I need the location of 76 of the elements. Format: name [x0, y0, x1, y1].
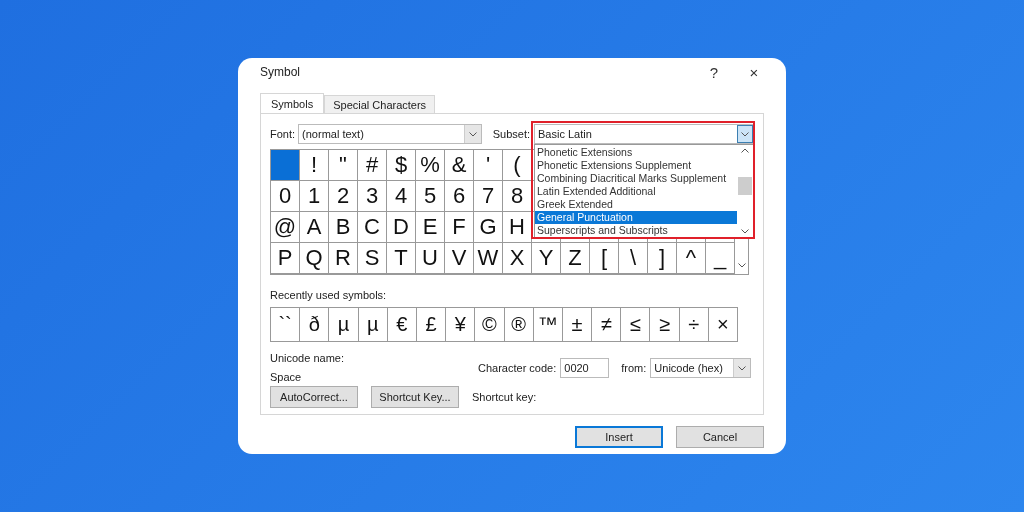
- symbol-cell[interactable]: 4: [387, 181, 416, 212]
- symbol-cell[interactable]: 1: [300, 181, 329, 212]
- symbol-cell[interactable]: V: [445, 243, 474, 274]
- symbol-cell[interactable]: 0: [271, 181, 300, 212]
- symbol-cell[interactable]: #: [358, 150, 387, 181]
- unicode-name-value: Space: [270, 371, 303, 383]
- symbol-cell[interactable]: T: [387, 243, 416, 274]
- subset-label: Subset:: [492, 128, 530, 140]
- symbol-cell[interactable]: F: [445, 212, 474, 243]
- symbol-cell[interactable]: 2: [329, 181, 358, 212]
- symbol-cell[interactable]: \: [619, 243, 648, 274]
- subset-option[interactable]: Phonetic Extensions: [535, 146, 737, 159]
- subset-option[interactable]: Greek Extended: [535, 198, 737, 211]
- symbol-cell[interactable]: 5: [416, 181, 445, 212]
- scroll-down-icon: [741, 229, 749, 234]
- chevron-down-icon: [738, 365, 747, 371]
- recent-label: Recently used symbols:: [270, 289, 388, 301]
- symbol-cell[interactable]: 7: [474, 181, 503, 212]
- symbol-cell[interactable]: $: [387, 150, 416, 181]
- from-dropdown[interactable]: Unicode (hex): [650, 358, 752, 378]
- subset-dropdown[interactable]: Basic Latin: [534, 124, 754, 144]
- symbol-cell[interactable]: U: [416, 243, 445, 274]
- shortcut-key-label: Shortcut key:: [472, 391, 537, 403]
- subset-option[interactable]: Phonetic Extensions Supplement: [535, 159, 737, 172]
- subset-option[interactable]: Latin Extended Additional: [535, 185, 737, 198]
- subset-option[interactable]: Superscripts and Subscripts: [535, 224, 737, 237]
- dialog-button[interactable]: Insert: [575, 426, 663, 448]
- symbol-cell[interactable]: S: [358, 243, 387, 274]
- scroll-down-icon: [737, 263, 746, 268]
- symbol-cell[interactable]: Z: [561, 243, 590, 274]
- symbol-cell[interactable]: W: [474, 243, 503, 274]
- help-button[interactable]: ?: [694, 60, 734, 84]
- symbol-cell[interactable]: [: [590, 243, 619, 274]
- symbol-cell[interactable]: C: [358, 212, 387, 243]
- symbol-cell[interactable]: G: [474, 212, 503, 243]
- symbol-cell[interactable]: %: [416, 150, 445, 181]
- tab[interactable]: Special Characters: [324, 95, 436, 113]
- symbol-cell[interactable]: !: [300, 150, 329, 181]
- symbol-cell[interactable]: [271, 150, 300, 181]
- scroll-thumb[interactable]: [738, 177, 752, 195]
- dialog-button[interactable]: Cancel: [676, 426, 764, 448]
- font-dropdown[interactable]: (normal text): [298, 124, 482, 144]
- symbol-cell[interactable]: ]: [648, 243, 677, 274]
- symbol-cell[interactable]: ^: [677, 243, 706, 274]
- font-label: Font:: [270, 128, 296, 140]
- from-label: from:: [621, 362, 647, 374]
- symbol-cell[interactable]: B: [329, 212, 358, 243]
- unicode-name-label: Unicode name:: [270, 352, 345, 364]
- symbol-cell[interactable]: @: [271, 212, 300, 243]
- symbol-cell[interactable]: ": [329, 150, 358, 181]
- symbol-cell[interactable]: Q: [300, 243, 329, 274]
- symbol-cell[interactable]: ': [474, 150, 503, 181]
- symbol-cell[interactable]: E: [416, 212, 445, 243]
- character-code-label: Character code:: [478, 362, 557, 374]
- symbol-cell[interactable]: Y: [532, 243, 561, 274]
- chevron-down-icon: [468, 131, 477, 137]
- symbol-cell[interactable]: D: [387, 212, 416, 243]
- symbol-cell[interactable]: _: [706, 243, 735, 274]
- tab[interactable]: Symbols: [260, 93, 325, 113]
- close-button[interactable]: ×: [734, 60, 774, 84]
- window-title: Symbol: [260, 65, 301, 79]
- recent-symbol[interactable]: ×: [708, 308, 737, 341]
- chevron-down-icon: [741, 131, 749, 137]
- scroll-up-icon[interactable]: [741, 148, 749, 153]
- symbol-cell[interactable]: R: [329, 243, 358, 274]
- symbol-cell[interactable]: A: [300, 212, 329, 243]
- symbol-cell[interactable]: &: [445, 150, 474, 181]
- symbol-cell[interactable]: 6: [445, 181, 474, 212]
- subset-option[interactable]: Combining Diacritical Marks Supplement: [535, 172, 737, 185]
- symbol-cell[interactable]: 3: [358, 181, 387, 212]
- symbol-cell[interactable]: P: [271, 243, 300, 274]
- dialog-button[interactable]: AutoCorrect...: [270, 386, 358, 408]
- symbol-cell[interactable]: X: [503, 243, 532, 274]
- dialog-button[interactable]: Shortcut Key...: [371, 386, 459, 408]
- character-code-field[interactable]: 0020: [560, 358, 610, 378]
- subset-option[interactable]: General Punctuation: [535, 211, 737, 224]
